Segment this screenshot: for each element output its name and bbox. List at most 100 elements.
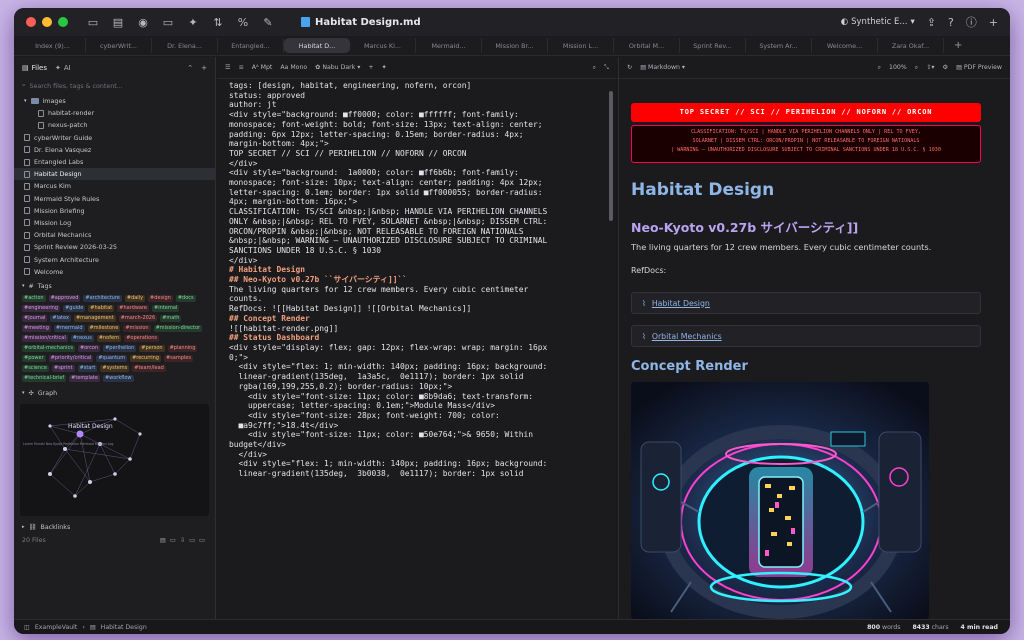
editor-scrollbar[interactable]	[609, 91, 613, 221]
file-tree-item[interactable]: Marcus Kim	[14, 180, 215, 192]
code-line[interactable]: margin-bottom: 4px;">	[229, 139, 605, 149]
code-line[interactable]: monospace; font-weight: bold; font-size:…	[229, 120, 605, 130]
tag-chip[interactable]: #sprint	[52, 364, 75, 372]
pdf-preview-button[interactable]: ▤ PDF Preview	[956, 64, 1002, 71]
code-line[interactable]: monospace; font-size: 10px; text-align: …	[229, 178, 605, 188]
tab-item[interactable]: Index (9)...	[20, 38, 86, 53]
tag-chip[interactable]: #internal	[152, 304, 180, 312]
tag-chip[interactable]: #action	[22, 294, 46, 302]
tag-chip[interactable]: #recurring	[130, 354, 161, 362]
tab-files[interactable]: ▤ Files	[22, 64, 47, 72]
tab-item[interactable]: Marcus Ki...	[350, 38, 416, 53]
code-line[interactable]: ORCON/PROPIN &nbsp;|&nbsp; NOT RELEASABL…	[229, 227, 605, 237]
tag-chip[interactable]: #approved	[48, 294, 81, 302]
mono-toggle[interactable]: Aa Mono	[280, 64, 307, 71]
settings-icon[interactable]: ⚙	[943, 64, 949, 71]
tag-chip[interactable]: #habitat	[88, 304, 115, 312]
file-tree-item[interactable]: Mission Briefing	[14, 205, 215, 217]
embed-link-habitat-design[interactable]: ⌇ Habitat Design	[631, 292, 981, 314]
sidebar-footer-icons[interactable]: ▤▭⇩▭▭	[160, 537, 209, 544]
file-tree-item[interactable]: Mermaid Style Rules	[14, 193, 215, 205]
tab-item[interactable]: cyberWrit...	[86, 38, 152, 53]
tag-chip[interactable]: #journal	[22, 314, 48, 322]
export-icon[interactable]: ⇪▾	[926, 64, 934, 71]
file-tree-item[interactable]: Dr. Elena Vasquez	[14, 144, 215, 156]
tab-item[interactable]: Mission L...	[548, 38, 614, 53]
tag-chip[interactable]: #technical-brief	[22, 374, 67, 382]
vault-name[interactable]: ExampleVault	[35, 624, 77, 631]
zoom-in-icon[interactable]: ⌕	[915, 64, 918, 72]
tab-ai[interactable]: ✦ AI	[55, 64, 71, 72]
code-line[interactable]: ■a9c7ff;">18.4t</div>	[229, 421, 605, 431]
tag-chip[interactable]: #orbital-mechanics	[22, 344, 75, 352]
code-line[interactable]: 4px; margin-bottom: 16px;">	[229, 197, 605, 207]
tab-item[interactable]: System Ar...	[746, 38, 812, 53]
file-tree-item[interactable]: Sprint Review 2026-03-25	[14, 241, 215, 253]
zoom-window-button[interactable]	[58, 17, 68, 27]
graph-canvas[interactable]: Habitat Design Lorem Muraki Neo-Kyoto Pe…	[20, 404, 209, 516]
tab-item[interactable]: Sprint Rev...	[680, 38, 746, 53]
collapse-arrows-icon[interactable]: ⤡	[604, 64, 609, 72]
sparkle-icon[interactable]: ✦	[382, 64, 387, 71]
file-tree-item[interactable]: Entangled Labs	[14, 156, 215, 168]
code-line[interactable]: letter-spacing: 0.1em; border: 1px solid…	[229, 188, 605, 198]
code-line[interactable]: rgba(169,199,255,0.2); border-radius: 10…	[229, 382, 605, 392]
sidebar-search-input[interactable]: ⌕ Search files, tags & content...	[22, 79, 207, 93]
sidebar-toggle-icon[interactable]: ▭	[86, 16, 100, 29]
code-line[interactable]: author: jt	[229, 100, 605, 110]
tag-chip[interactable]: #march-2026	[118, 314, 158, 322]
tag-chip[interactable]: #milestone	[87, 324, 121, 332]
tag-chip[interactable]: #math	[160, 314, 182, 322]
tag-chip[interactable]: #power	[22, 354, 46, 362]
code-line[interactable]: uppercase; letter-spacing: 0.1em;">Modul…	[229, 401, 605, 411]
file-tree-item[interactable]: cyberWriter Guide	[14, 132, 215, 144]
tag-chip[interactable]: #nexus	[70, 334, 94, 342]
tag-chip[interactable]: #meeting	[22, 324, 51, 332]
new-file-icon[interactable]: ▤	[111, 16, 125, 29]
tag-chip[interactable]: #priority/critical	[48, 354, 94, 362]
file-tree-item[interactable]: Mission Log	[14, 217, 215, 229]
tag-chip[interactable]: #design	[148, 294, 173, 302]
font-size-control[interactable]: Aᴬ Mpt	[252, 64, 273, 71]
tag-chip[interactable]: #team/lead	[132, 364, 166, 372]
backlinks-header[interactable]: ▸ ⛓ Backlinks	[14, 521, 215, 534]
tag-chip[interactable]: #operations	[124, 334, 160, 342]
code-line[interactable]: 0;">	[229, 353, 605, 363]
code-line[interactable]: </div>	[229, 256, 605, 266]
sort-icon[interactable]: ⇅	[211, 16, 225, 29]
list-icon[interactable]: ☰	[225, 64, 231, 71]
file-tree-item[interactable]: habitat-render	[14, 107, 215, 119]
sparkle-icon[interactable]: ✦	[186, 16, 200, 29]
tag-chip[interactable]: #daily	[124, 294, 146, 302]
graph-header[interactable]: ▾ ✣ Graph	[14, 387, 215, 400]
tab-item[interactable]: Welcome...	[812, 38, 878, 53]
folder-icon[interactable]: ▭	[161, 16, 175, 29]
code-line[interactable]: padding: 6px 12px; letter-spacing: 0.15e…	[229, 130, 605, 140]
outline-icon[interactable]: ≡	[239, 64, 244, 71]
code-line[interactable]: tags: [design, habitat, engineering, nof…	[229, 81, 605, 91]
tab-item[interactable]: Orbital M...	[614, 38, 680, 53]
new-note-icon[interactable]: +	[201, 64, 207, 72]
code-line[interactable]: <div style="font-size: 11px; color: ■8b9…	[229, 392, 605, 402]
add-icon[interactable]: +	[989, 16, 998, 29]
tags-header[interactable]: ▾ # Tags	[14, 280, 215, 293]
tag-chip[interactable]: #template	[69, 374, 100, 382]
code-line[interactable]: linear-gradient(135deg, 1a3a5c, 0e1117);…	[229, 372, 605, 382]
code-line[interactable]: <div style="display: flex; gap: 12px; fl…	[229, 343, 605, 353]
tag-chip[interactable]: #person	[139, 344, 165, 352]
code-line[interactable]: <div style="font-size: 11px; color: ■50e…	[229, 430, 605, 440]
file-tree-item[interactable]: Orbital Mechanics	[14, 229, 215, 241]
collapse-icon[interactable]: ⌃	[187, 64, 193, 72]
refresh-icon[interactable]: ↻	[627, 64, 632, 71]
tag-chip[interactable]: #samples	[163, 354, 193, 362]
tag-chip[interactable]: #nofern	[96, 334, 122, 342]
code-line[interactable]: ![[habitat-render.png]]	[229, 324, 605, 334]
markdown-source[interactable]: tags: [design, habitat, engineering, nof…	[217, 79, 617, 481]
tab-item[interactable]: Habitat D...	[284, 38, 350, 53]
tag-chip[interactable]: #quantum	[96, 354, 128, 362]
code-line[interactable]: SANCTIONS UNDER 18 U.S.C. § 1030	[229, 246, 605, 256]
tag-chip[interactable]: #perihelion	[103, 344, 137, 352]
tab-item[interactable]: Entangled...	[218, 38, 284, 53]
tag-chip[interactable]: #planning	[167, 344, 198, 352]
code-line[interactable]: </div>	[229, 159, 605, 169]
